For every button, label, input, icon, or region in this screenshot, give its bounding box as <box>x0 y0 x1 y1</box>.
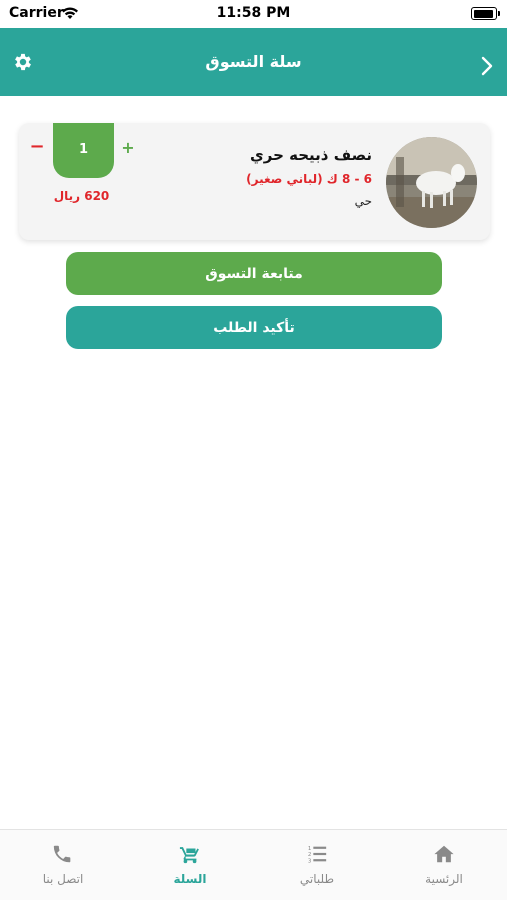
quantity-value: 1 <box>78 142 89 157</box>
bottom-tab-bar: اتصل بنا السلة 1 2 3 طلباتي الرئسية <box>0 829 507 900</box>
tab-label: السلة <box>173 872 207 886</box>
product-type: حي <box>354 194 372 208</box>
phone-icon <box>53 845 71 863</box>
cart-icon <box>179 847 199 864</box>
header-bar: سلة التسوق <box>0 28 507 96</box>
product-image <box>386 137 477 228</box>
battery-icon <box>471 7 500 20</box>
continue-shopping-button[interactable]: متابعة التسوق <box>66 252 442 295</box>
tab-label: طلباتي <box>299 872 335 886</box>
increase-quantity-button[interactable]: + <box>120 139 136 157</box>
tab-label: الرئسية <box>425 872 463 886</box>
tab-label: اتصل بنا <box>42 872 84 886</box>
cart-item-card: نصف ذبيحه حري 6 - 8 ك (لباني صغير) حي − … <box>19 123 490 240</box>
decrease-quantity-button[interactable]: − <box>29 138 45 156</box>
status-bar: Carrier 11:58 PM <box>0 0 507 28</box>
list-icon: 1 2 3 <box>308 846 327 864</box>
tab-home[interactable]: الرئسية <box>381 830 507 900</box>
quantity-box: 1 <box>53 123 114 178</box>
tab-contact-us[interactable]: اتصل بنا <box>0 830 126 900</box>
clock: 11:58 PM <box>216 5 291 21</box>
svg-text:2: 2 <box>308 852 312 858</box>
tab-my-orders[interactable]: 1 2 3 طلباتي <box>254 830 380 900</box>
chevron-right-icon[interactable] <box>481 56 493 76</box>
svg-text:3: 3 <box>308 858 312 864</box>
item-price: 620 ريال <box>53 189 110 203</box>
home-icon <box>434 845 454 863</box>
confirm-order-button[interactable]: تأكيد الطلب <box>66 306 442 349</box>
svg-text:1: 1 <box>308 846 312 852</box>
product-weight: 6 - 8 ك (لباني صغير) <box>246 172 372 186</box>
page-title: سلة التسوق <box>205 52 302 71</box>
product-name: نصف ذبيحه حري <box>250 146 372 164</box>
tab-cart[interactable]: السلة <box>127 830 253 900</box>
